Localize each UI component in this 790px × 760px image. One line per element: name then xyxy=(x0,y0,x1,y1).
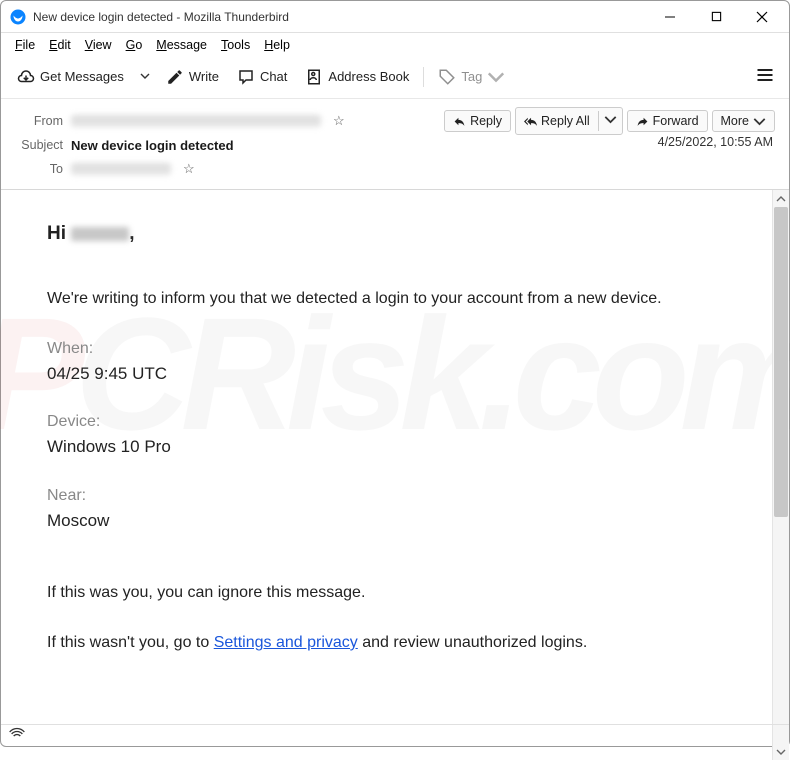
address-book-icon xyxy=(305,68,323,86)
subject-label: Subject xyxy=(15,138,63,152)
main-toolbar: Get Messages Write Chat Address Book Tag xyxy=(1,57,789,99)
app-menu-button[interactable] xyxy=(749,61,781,92)
to-value-redacted xyxy=(71,163,171,175)
reply-arrow-icon xyxy=(453,115,466,128)
forward-arrow-icon xyxy=(636,115,649,128)
subject-value: New device login detected xyxy=(71,138,234,153)
greeting-name-redacted xyxy=(71,227,129,241)
from-label: From xyxy=(15,114,63,128)
address-book-button[interactable]: Address Book xyxy=(299,64,415,90)
tag-button[interactable]: Tag xyxy=(432,64,511,90)
menu-help[interactable]: Help xyxy=(258,35,296,55)
when-label: When: xyxy=(47,337,726,361)
from-value-redacted xyxy=(71,115,321,127)
close-button[interactable] xyxy=(739,2,785,32)
window-titlebar: New device login detected - Mozilla Thun… xyxy=(1,1,789,33)
thunderbird-icon xyxy=(9,8,27,26)
chevron-down-icon xyxy=(753,115,766,128)
scroll-up-button[interactable] xyxy=(773,190,789,207)
menu-file[interactable]: File xyxy=(9,35,41,55)
forward-button[interactable]: Forward xyxy=(627,110,708,132)
star-contact-icon[interactable]: ☆ xyxy=(333,113,345,129)
forward-label: Forward xyxy=(653,114,699,128)
greeting-prefix: Hi xyxy=(47,223,71,244)
maximize-button[interactable] xyxy=(693,2,739,32)
write-button[interactable]: Write xyxy=(160,64,225,90)
menu-bar: File Edit View Go Message Tools Help xyxy=(1,33,789,57)
minimize-button[interactable] xyxy=(647,2,693,32)
message-header: Reply Reply All Forward More From ☆ Subj… xyxy=(1,99,789,190)
chevron-down-icon xyxy=(487,68,505,86)
toolbar-separator xyxy=(423,67,424,87)
chat-label: Chat xyxy=(260,69,287,84)
chevron-down-icon xyxy=(140,71,150,81)
settings-privacy-link[interactable]: Settings and privacy xyxy=(214,634,358,651)
chevron-down-icon xyxy=(776,747,786,757)
to-label: To xyxy=(15,162,63,176)
ignore-paragraph: If this was you, you can ignore this mes… xyxy=(47,581,726,605)
menu-go[interactable]: Go xyxy=(120,35,149,55)
reply-all-arrow-icon xyxy=(524,115,537,128)
vertical-scrollbar[interactable] xyxy=(772,190,789,760)
when-value: 04/25 9:45 UTC xyxy=(47,361,726,387)
chevron-down-icon xyxy=(604,113,617,126)
near-label: Near: xyxy=(47,484,726,508)
reply-button[interactable]: Reply xyxy=(444,110,511,132)
near-value: Moscow xyxy=(47,508,726,534)
star-contact-icon[interactable]: ☆ xyxy=(183,161,195,177)
reply-label: Reply xyxy=(470,114,502,128)
message-body: Hi , We're writing to inform you that we… xyxy=(1,190,772,760)
tag-label: Tag xyxy=(461,69,482,84)
pencil-icon xyxy=(166,68,184,86)
greeting-line: Hi , xyxy=(47,220,726,249)
reply-all-dropdown[interactable] xyxy=(598,111,622,131)
intro-paragraph: We're writing to inform you that we dete… xyxy=(47,287,726,311)
not-you-suffix: and review unauthorized logins. xyxy=(358,634,587,651)
reply-all-label: Reply All xyxy=(541,114,590,128)
tag-icon xyxy=(438,68,456,86)
greeting-suffix: , xyxy=(129,223,134,244)
chat-button[interactable]: Chat xyxy=(231,64,293,90)
not-you-prefix: If this wasn't you, go to xyxy=(47,634,214,651)
get-messages-button[interactable]: Get Messages xyxy=(11,64,130,90)
menu-view[interactable]: View xyxy=(79,35,118,55)
scroll-thumb[interactable] xyxy=(774,207,788,517)
chat-bubble-icon xyxy=(237,68,255,86)
chevron-up-icon xyxy=(776,194,786,204)
download-cloud-icon xyxy=(17,68,35,86)
more-button[interactable]: More xyxy=(712,110,775,132)
device-value: Windows 10 Pro xyxy=(47,434,726,460)
message-timestamp: 4/25/2022, 10:55 AM xyxy=(658,135,773,149)
hamburger-icon xyxy=(755,65,775,85)
menu-tools[interactable]: Tools xyxy=(215,35,256,55)
reply-all-button[interactable]: Reply All xyxy=(515,107,623,135)
more-label: More xyxy=(721,114,749,128)
not-you-paragraph: If this wasn't you, go to Settings and p… xyxy=(47,631,726,655)
get-messages-label: Get Messages xyxy=(40,69,124,84)
menu-message[interactable]: Message xyxy=(150,35,213,55)
address-book-label: Address Book xyxy=(328,69,409,84)
message-actions: Reply Reply All Forward More xyxy=(444,107,775,135)
menu-edit[interactable]: Edit xyxy=(43,35,77,55)
device-label: Device: xyxy=(47,410,726,434)
window-title: New device login detected - Mozilla Thun… xyxy=(33,10,647,24)
write-label: Write xyxy=(189,69,219,84)
get-messages-dropdown[interactable] xyxy=(136,65,154,88)
